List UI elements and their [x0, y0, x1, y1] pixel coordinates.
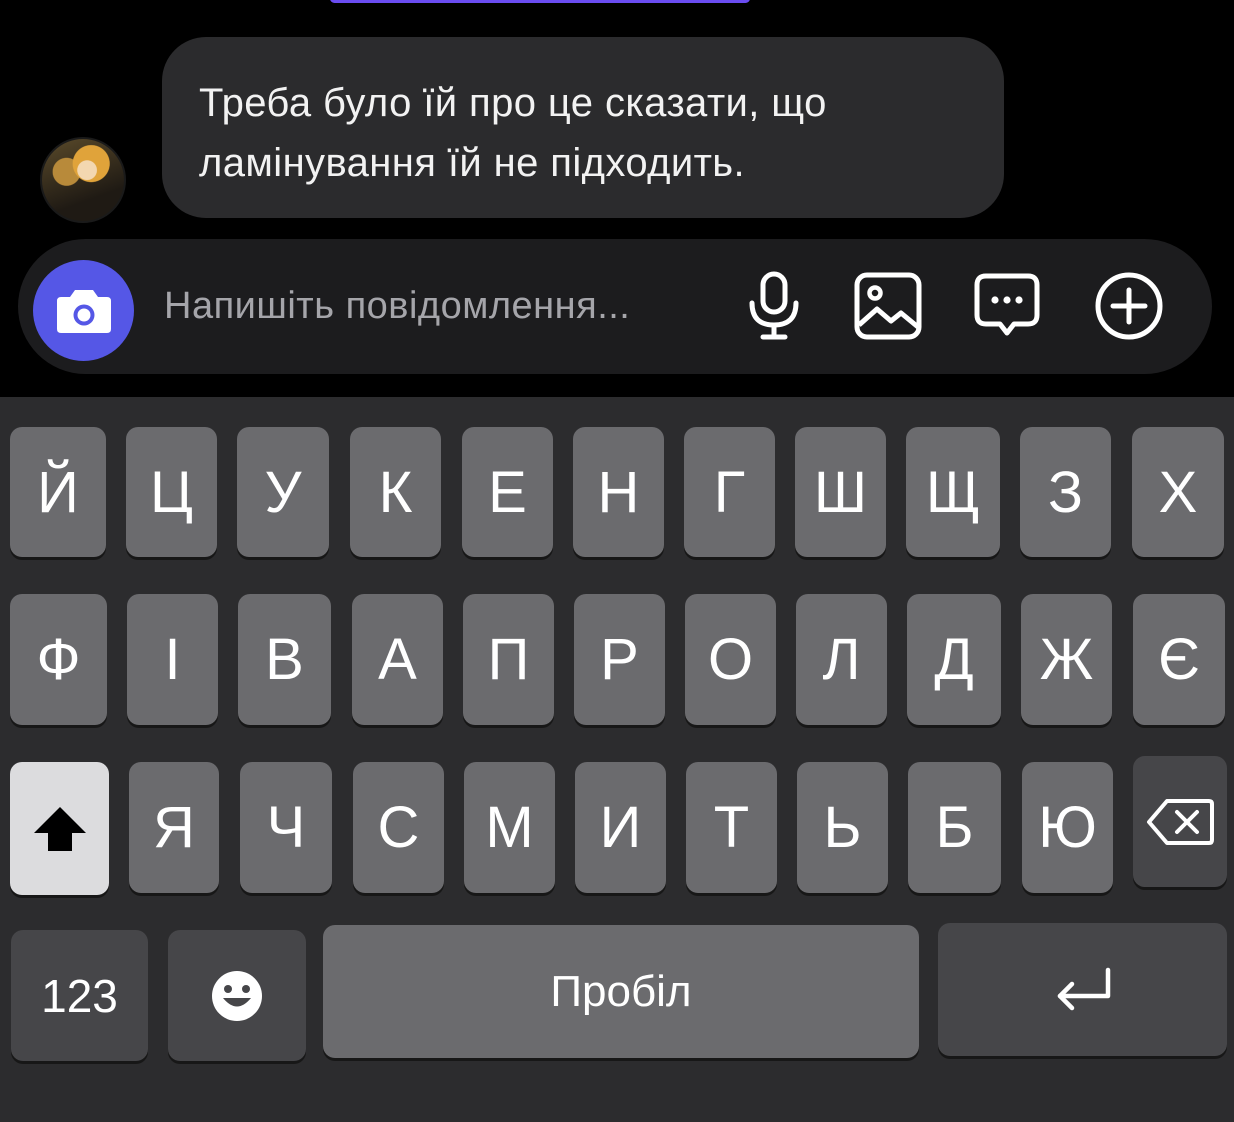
key-row2-8[interactable]: Л — [796, 594, 887, 725]
key-row1-11[interactable]: Х — [1132, 427, 1224, 557]
key-row1-10[interactable]: З — [1020, 427, 1111, 557]
key-row1-2[interactable]: Ц — [126, 427, 217, 557]
top-accent-bar — [330, 0, 750, 3]
return-icon — [1057, 967, 1110, 1010]
key-row1-8[interactable]: Ш — [795, 427, 886, 557]
chat-options-button[interactable] — [971, 270, 1043, 342]
message-input[interactable]: Напишіть повідомлення... — [164, 285, 630, 328]
key-row1-5[interactable]: Е — [462, 427, 553, 557]
key-row1-1[interactable]: Й — [10, 427, 106, 557]
key-row2-9[interactable]: Д — [907, 594, 1001, 725]
key-row2-3[interactable]: В — [238, 594, 331, 725]
plus-circle-icon — [1095, 272, 1163, 340]
space-key[interactable]: Пробіл — [323, 925, 919, 1058]
message-text-line-2: ламінування їй не підходить. — [199, 141, 746, 185]
key-row2-11[interactable]: Є — [1133, 594, 1225, 725]
key-row2-5[interactable]: П — [463, 594, 554, 725]
emoji-key[interactable] — [168, 930, 306, 1061]
key-row3-6[interactable]: Т — [686, 762, 777, 893]
camera-icon — [56, 289, 111, 333]
key-row3-5[interactable]: И — [575, 762, 666, 893]
key-row3-7[interactable]: Ь — [797, 762, 888, 893]
key-row3-1[interactable]: Я — [129, 762, 219, 893]
key-row1-6[interactable]: Н — [573, 427, 664, 557]
shift-icon — [33, 806, 86, 851]
image-icon — [854, 272, 922, 340]
camera-button[interactable] — [33, 260, 134, 361]
chat-screen: Треба було їй про це сказати, що ламінув… — [0, 0, 1234, 1122]
add-button[interactable] — [1093, 270, 1165, 342]
key-row1-9[interactable]: Щ — [906, 427, 1000, 557]
key-row2-1[interactable]: Ф — [10, 594, 107, 725]
key-row3-8[interactable]: Б — [908, 762, 1001, 893]
backspace-icon — [1147, 798, 1214, 845]
chat-more-icon — [974, 273, 1040, 336]
key-row3-2[interactable]: Ч — [240, 762, 332, 893]
message-text-line-1: Треба було їй про це сказати, що — [199, 81, 827, 125]
key-row2-6[interactable]: Р — [574, 594, 665, 725]
key-row2-2[interactable]: І — [127, 594, 218, 725]
backspace-key[interactable] — [1133, 756, 1227, 887]
microphone-button[interactable] — [738, 270, 810, 342]
microphone-icon — [749, 271, 799, 340]
key-row3-3[interactable]: С — [353, 762, 444, 893]
key-row2-7[interactable]: О — [685, 594, 776, 725]
emoji-icon — [212, 970, 262, 1021]
key-row1-4[interactable]: К — [350, 427, 441, 557]
shift-key[interactable] — [10, 762, 109, 895]
gallery-button[interactable] — [852, 270, 924, 342]
key-row3-9[interactable]: Ю — [1022, 762, 1113, 893]
key-row2-10[interactable]: Ж — [1021, 594, 1112, 725]
message-bubble[interactable]: Треба було їй про це сказати, що ламінув… — [162, 37, 1004, 218]
return-key[interactable] — [938, 923, 1227, 1056]
key-row3-4[interactable]: М — [464, 762, 555, 893]
key-row1-7[interactable]: Г — [684, 427, 775, 557]
key-row1-3[interactable]: У — [237, 427, 329, 557]
avatar[interactable] — [40, 137, 126, 223]
key-row2-4[interactable]: А — [352, 594, 443, 725]
numbers-key[interactable]: 123 — [11, 930, 148, 1061]
